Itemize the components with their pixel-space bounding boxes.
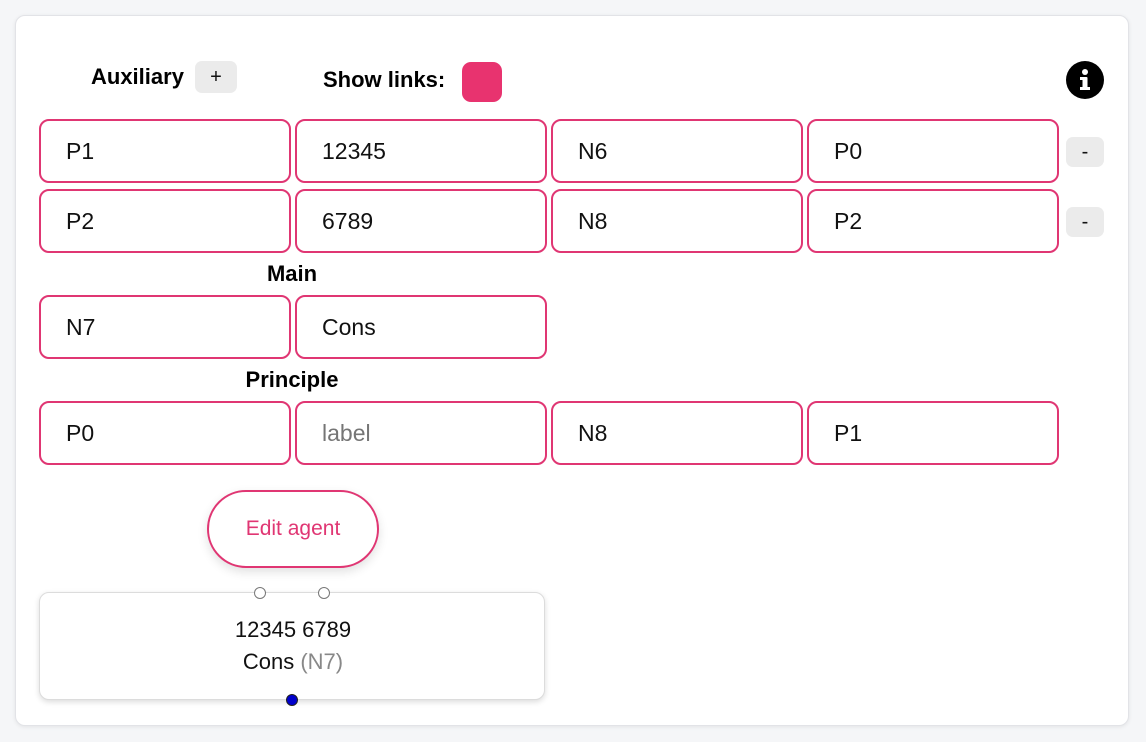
aux-1-node-field[interactable]: [551, 119, 803, 183]
aux-port-2[interactable]: [318, 587, 330, 599]
aux-2-label-field[interactable]: [295, 189, 547, 253]
principle-node-field[interactable]: [551, 401, 803, 465]
main-node-field[interactable]: [39, 295, 291, 359]
aux-2-node-field[interactable]: [551, 189, 803, 253]
show-links-toggle[interactable]: [462, 62, 502, 102]
principal-port[interactable]: [286, 694, 298, 706]
aux-1-port-field[interactable]: [39, 119, 291, 183]
agent-node-id: (N7): [300, 649, 344, 674]
principle-label-field[interactable]: [295, 401, 547, 465]
aux-2-target-port-field[interactable]: [807, 189, 1059, 253]
aux-1-label-field[interactable]: [295, 119, 547, 183]
info-icon[interactable]: [1066, 61, 1104, 99]
main-heading: Main: [266, 261, 318, 286]
show-links-label: Show links:: [323, 67, 446, 92]
principle-target-port-field[interactable]: [807, 401, 1059, 465]
principle-heading: Principle: [245, 367, 339, 392]
auxiliary-heading: Auxiliary: [91, 64, 184, 89]
principle-port-field[interactable]: [39, 401, 291, 465]
main-name-field[interactable]: [295, 295, 547, 359]
aux-port-1[interactable]: [254, 587, 266, 599]
agent-name: Cons: [242, 649, 295, 674]
remove-aux-2-button[interactable]: -: [1066, 207, 1104, 237]
add-auxiliary-button[interactable]: +: [195, 61, 237, 93]
agent-title: Cons (N7): [40, 649, 546, 675]
remove-aux-1-button[interactable]: -: [1066, 137, 1104, 167]
agent-aux-labels: 12345 6789: [234, 617, 352, 642]
agent-editor-card: Auxiliary + Show links: - - Main Princip…: [15, 15, 1129, 726]
edit-agent-button[interactable]: Edit agent: [207, 490, 379, 568]
aux-1-target-port-field[interactable]: [807, 119, 1059, 183]
info-glyph-icon: [1080, 69, 1090, 90]
agent-node-preview[interactable]: 12345 6789 Cons (N7): [39, 587, 546, 706]
aux-2-port-field[interactable]: [39, 189, 291, 253]
